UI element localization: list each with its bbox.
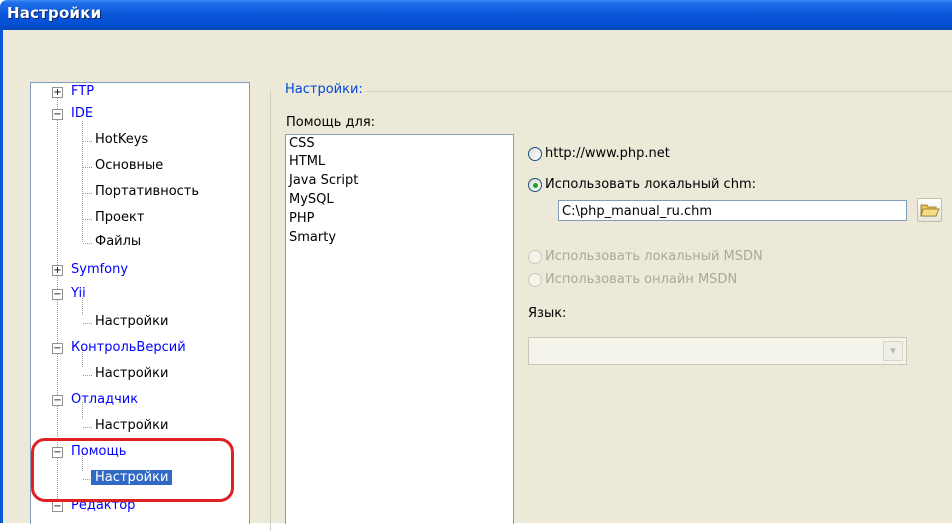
list-item[interactable]: Java Script [289, 173, 358, 188]
expand-icon[interactable]: + [52, 87, 63, 98]
tree-item-files[interactable]: Файлы [31, 233, 249, 255]
tree-item-hotkeys[interactable]: HotKeys [31, 131, 249, 153]
browse-button[interactable] [917, 198, 942, 222]
collapse-icon[interactable]: − [52, 395, 63, 406]
tree-node-label: КонтрольВерсий [71, 340, 186, 355]
collapse-icon[interactable]: − [52, 343, 63, 354]
tree-item-portability[interactable]: Портативность [31, 183, 249, 205]
tree-connector [83, 167, 92, 168]
window-title: Настройки [7, 4, 102, 22]
chevron-down-icon[interactable]: ▾ [883, 341, 903, 361]
tree-connector [83, 375, 92, 376]
red-highlight-annotation [31, 438, 234, 502]
radio-label: http://www.php.net [545, 146, 670, 161]
radio-circle[interactable] [528, 178, 542, 192]
tree-item-label: Портативность [95, 184, 200, 199]
settings-group-label: Настройки: [285, 82, 366, 97]
language-label: Язык: [528, 306, 567, 321]
tree-node-label: Yii [71, 286, 86, 301]
help-for-label: Помощь для: [286, 115, 376, 130]
tree-item-label: Файлы [95, 234, 142, 249]
tree-item-vcs-settings[interactable]: Настройки [31, 365, 249, 387]
tree-node-symfony[interactable]: + Symfony [31, 261, 249, 283]
radio-label: Использовать онлайн MSDN [545, 272, 738, 287]
tree-item-label: HotKeys [95, 132, 149, 147]
tree-node-ftp[interactable]: + FTP [31, 83, 249, 105]
tree-connector [83, 243, 92, 244]
tree-item-debugger-settings[interactable]: Настройки [31, 417, 249, 439]
radio-circle[interactable] [528, 147, 542, 161]
group-border [365, 91, 952, 92]
radio-label: Использовать локальный MSDN [545, 249, 763, 264]
collapse-icon[interactable]: − [52, 109, 63, 120]
list-item-selected[interactable]: PHP [289, 211, 314, 226]
radio-circle[interactable] [528, 250, 542, 264]
tree-node-label: Отладчик [71, 392, 139, 407]
tree-node-label: FTP [71, 84, 95, 99]
tree-node-yii[interactable]: − Yii [31, 285, 249, 307]
help-for-listbox[interactable]: CSS HTML Java Script MySQL PHP Smarty [285, 134, 514, 524]
tree-node-ide[interactable]: − IDE [31, 105, 249, 127]
collapse-icon[interactable]: − [52, 501, 63, 512]
tree-node-label: Symfony [71, 262, 129, 277]
tree-item-label: Настройки [95, 366, 169, 381]
tree-node-vcs[interactable]: − КонтрольВерсий [31, 339, 249, 361]
language-select[interactable]: ▾ [528, 337, 907, 365]
tree-item-label: Основные [95, 158, 164, 173]
tree-connector [83, 141, 92, 142]
radio-circle[interactable] [528, 273, 542, 287]
tree-item-label: Настройки [95, 314, 169, 329]
title-bar[interactable]: Настройки [0, 0, 952, 30]
tree-item-label: Настройки [95, 418, 169, 433]
tree-node-label: IDE [71, 106, 94, 121]
list-item[interactable]: HTML [289, 154, 325, 169]
list-item[interactable]: Smarty [289, 230, 336, 245]
chm-path-input[interactable]: C:\php_manual_ru.chm [558, 200, 907, 221]
expand-icon[interactable]: + [52, 265, 63, 276]
tree-connector [83, 193, 92, 194]
tree-connector [83, 427, 92, 428]
folder-open-icon [920, 204, 940, 217]
tree-connector [83, 219, 92, 220]
list-item[interactable]: MySQL [289, 192, 334, 207]
radio-label: Использовать локальный chm: [545, 177, 756, 192]
tree-node-debugger[interactable]: − Отладчик [31, 391, 249, 413]
list-item[interactable]: CSS [289, 136, 315, 151]
radio-dot [533, 183, 538, 188]
tree-item-basic[interactable]: Основные [31, 157, 249, 179]
tree-item-label: Проект [95, 210, 145, 225]
group-border [270, 91, 271, 531]
tree-item-project[interactable]: Проект [31, 209, 249, 231]
tree-item-yii-settings[interactable]: Настройки [31, 313, 249, 335]
tree-connector [83, 323, 92, 324]
collapse-icon[interactable]: − [52, 289, 63, 300]
